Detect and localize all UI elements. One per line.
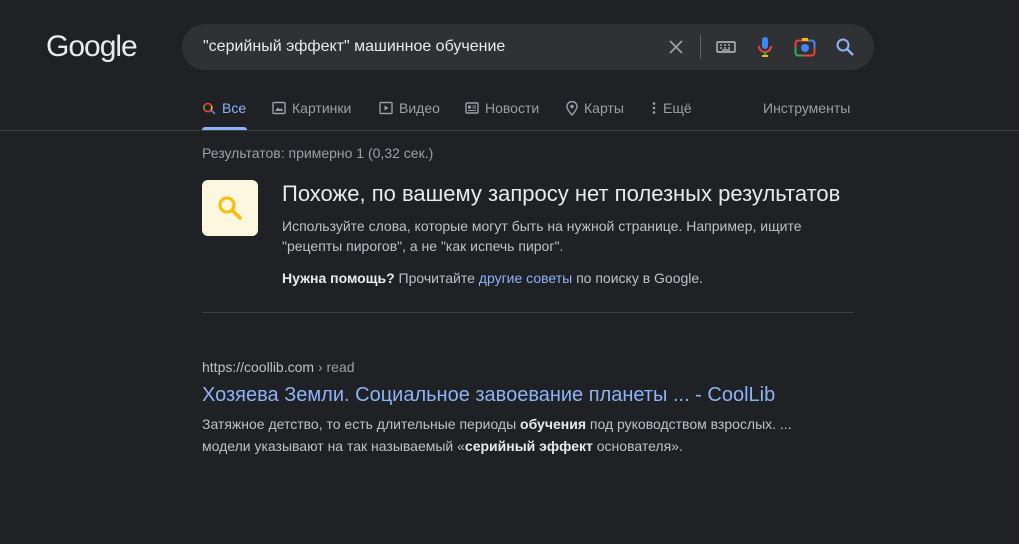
microphone-icon[interactable] xyxy=(753,35,777,59)
tab-label: Картинки xyxy=(292,100,352,116)
section-divider xyxy=(202,312,854,313)
map-pin-icon xyxy=(566,100,578,116)
help-pre: Прочитайте xyxy=(394,270,479,286)
snippet-highlight: обучения xyxy=(520,416,586,432)
camera-lens-icon[interactable] xyxy=(793,35,817,59)
play-icon xyxy=(379,101,393,115)
tab-more[interactable]: Ещё xyxy=(651,98,692,118)
news-icon xyxy=(465,102,479,114)
tools-button[interactable]: Инструменты xyxy=(763,98,850,118)
help-post: по поиску в Google. xyxy=(572,270,704,286)
search-input[interactable]: "серийный эффект" машинное обучение xyxy=(203,38,505,56)
result-domain: https://coollib.com xyxy=(202,359,315,375)
keyboard-icon[interactable] xyxy=(714,35,738,59)
no-results-text: Используйте слова, которые могут быть на… xyxy=(282,218,802,254)
tab-maps[interactable]: Карты xyxy=(566,98,624,118)
result-title-link[interactable]: Хозяева Земли. Социальное завоевание пла… xyxy=(202,384,775,407)
result-stats: Результатов: примерно 1 (0,32 сек.) xyxy=(202,145,434,161)
tab-video[interactable]: Видео xyxy=(379,98,440,118)
search-icon xyxy=(203,102,216,115)
clear-icon[interactable] xyxy=(664,35,688,59)
search-icon xyxy=(218,196,242,220)
other-tips-link[interactable]: другие советы xyxy=(479,270,572,286)
result-breadcrumb: › read xyxy=(314,359,355,375)
search-submit-icon[interactable] xyxy=(833,35,857,59)
tools-label: Инструменты xyxy=(763,100,851,116)
google-logo[interactable]: Google xyxy=(46,30,138,64)
image-icon xyxy=(272,101,286,115)
header-divider xyxy=(0,130,1019,131)
help-bold: Нужна помощь? xyxy=(282,270,395,286)
search-box[interactable]: "серийный эффект" машинное обучение xyxy=(182,24,874,70)
result-url[interactable]: https://coollib.com › read xyxy=(202,359,355,375)
snippet-highlight: серийный эффект xyxy=(464,438,593,454)
tab-all[interactable]: Все xyxy=(202,98,246,118)
tab-label: Видео xyxy=(399,100,440,116)
tab-news[interactable]: Новости xyxy=(465,98,539,118)
tab-label: Карты xyxy=(584,100,624,116)
no-results-badge xyxy=(202,180,258,236)
tab-label: Ещё xyxy=(663,100,692,116)
search-divider xyxy=(700,35,701,59)
snippet-text: основателя». xyxy=(592,438,683,454)
tab-label: Новости xyxy=(485,100,540,116)
more-vert-icon xyxy=(652,102,656,114)
snippet-text: Затяжное детство, то есть длительные пер… xyxy=(202,416,521,432)
tab-images[interactable]: Картинки xyxy=(272,98,351,118)
result-snippet: Затяжное детство, то есть длительные пер… xyxy=(202,413,842,457)
tab-label: Все xyxy=(222,100,247,116)
search-tabs: Все Картинки Видео Новости Карты Ещё Инс… xyxy=(0,98,1019,130)
no-results-title: Похоже, по вашему запросу нет полезных р… xyxy=(282,181,841,206)
help-line: Нужна помощь? Прочитайте другие советы п… xyxy=(282,268,703,288)
